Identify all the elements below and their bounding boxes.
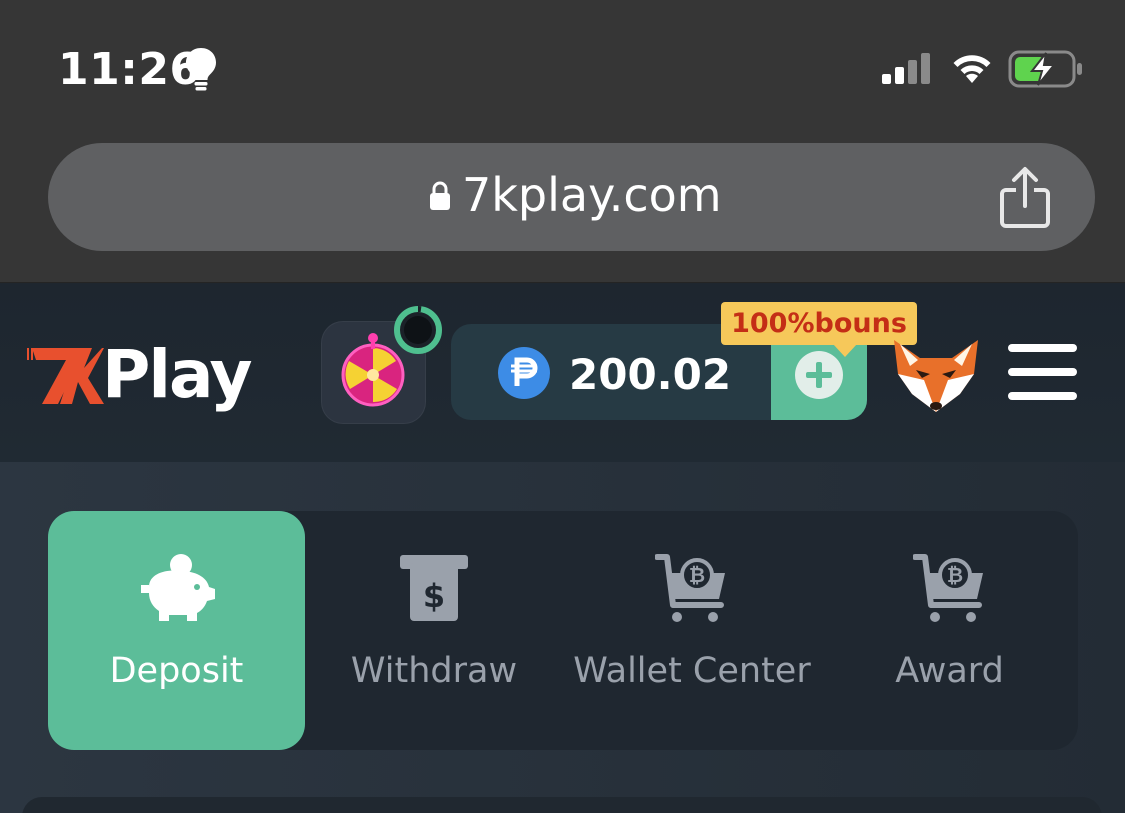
- plus-icon: [794, 350, 844, 404]
- tab-label: Withdraw: [350, 651, 518, 691]
- lightbulb-icon: [184, 46, 218, 96]
- tab-deposit[interactable]: Deposit: [48, 511, 305, 750]
- bitcoin-cart-icon: ₿: [654, 553, 729, 629]
- peso-icon: [497, 346, 551, 404]
- share-icon[interactable]: [998, 166, 1052, 234]
- svg-text:₿: ₿: [689, 563, 705, 587]
- bitcoin-cart-icon: ₿: [911, 553, 987, 629]
- tab-label: Award: [895, 651, 1004, 691]
- logo-wordmark: 7K Play: [102, 336, 253, 413]
- browser-chrome: 11:26 7kplay.com: [0, 0, 1125, 283]
- svg-text:₿: ₿: [946, 563, 962, 587]
- menu-bar: [1008, 344, 1077, 352]
- lock-icon: [428, 180, 452, 216]
- logo-suffix: Play: [102, 336, 253, 413]
- bonus-badge-pointer: [833, 344, 857, 357]
- cellular-signal-icon: [880, 52, 934, 90]
- piggy-bank-icon: [137, 553, 217, 627]
- hamburger-menu-icon[interactable]: [1008, 344, 1077, 402]
- site-logo[interactable]: 7K Play: [26, 333, 253, 417]
- url-text[interactable]: 7kplay.com: [462, 168, 722, 222]
- tab-label: Deposit: [109, 651, 244, 691]
- tab-award[interactable]: ₿ Award: [821, 511, 1078, 750]
- tab-withdraw[interactable]: $ Withdraw: [305, 511, 563, 750]
- wallet-tabs: Deposit $ Withdraw ₿ Wallet Center ₿ Awa…: [48, 511, 1078, 750]
- fox-avatar-icon[interactable]: [890, 334, 982, 418]
- cash-withdraw-icon: $: [398, 553, 470, 627]
- tab-label: Wallet Center: [573, 651, 811, 691]
- logo-stripes-icon: [27, 348, 104, 404]
- next-section-panel: [22, 797, 1102, 813]
- bonus-badge[interactable]: 100%bouns: [721, 302, 917, 345]
- menu-bar: [1008, 368, 1077, 376]
- balance-amount: 200.02: [569, 350, 732, 399]
- tab-wallet-center[interactable]: ₿ Wallet Center: [563, 511, 821, 750]
- countdown-ring-icon: [393, 305, 443, 359]
- status-time: 11:26: [58, 44, 201, 95]
- battery-charging-icon: [1008, 49, 1084, 93]
- menu-bar: [1008, 392, 1077, 400]
- wifi-icon: [949, 50, 995, 90]
- svg-text:$: $: [423, 577, 445, 615]
